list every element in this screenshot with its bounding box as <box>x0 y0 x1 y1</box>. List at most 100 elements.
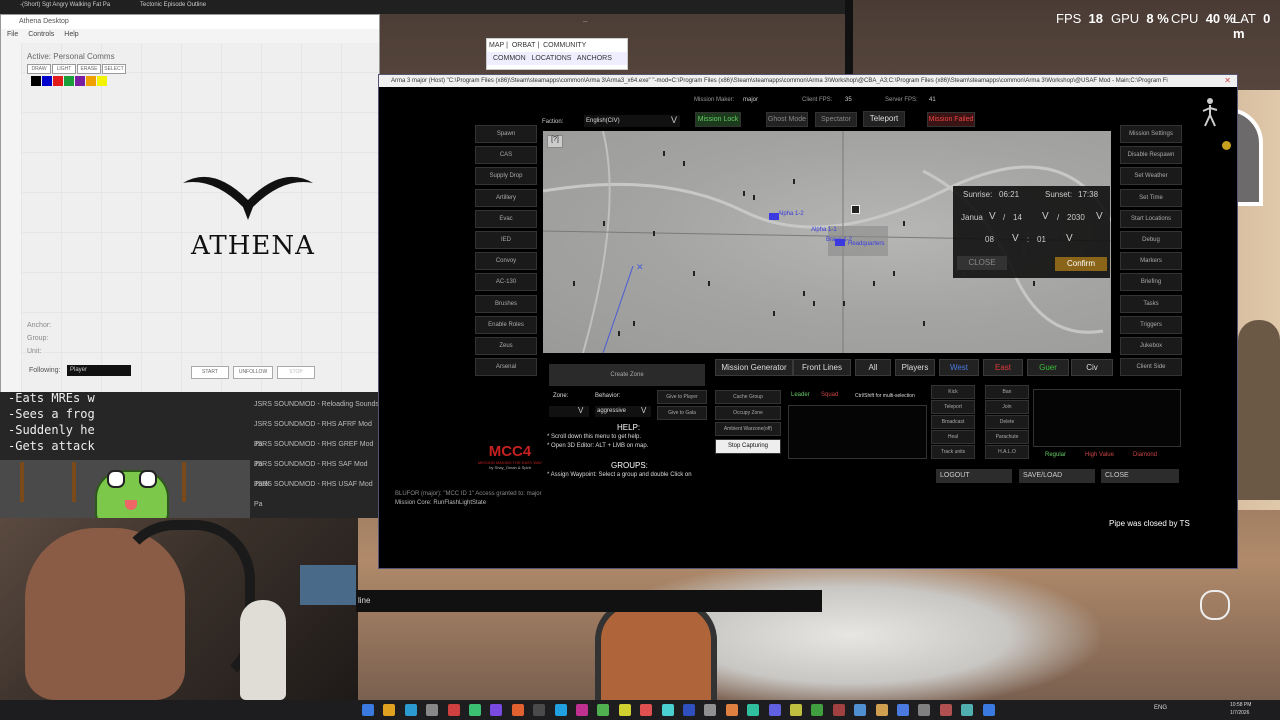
player-action-button[interactable]: H.A.L.O <box>985 445 1029 459</box>
light-button[interactable]: LIGHT <box>52 64 76 74</box>
unit-marker[interactable]: Alpha 1-2 <box>778 211 804 217</box>
arma-close-button[interactable]: CLOSE <box>1101 469 1179 483</box>
player-action-button[interactable]: Broadcast <box>931 415 975 429</box>
taskbar-app-icon[interactable] <box>725 704 738 716</box>
tab-map[interactable]: MAP <box>489 42 504 49</box>
taskbar-app-icon[interactable] <box>597 704 610 716</box>
taskbar-app-icon[interactable] <box>832 704 845 716</box>
hour-select[interactable]: 08 <box>985 235 994 244</box>
day-select[interactable]: 14 <box>1013 213 1022 222</box>
year-select[interactable]: 2030 <box>1067 213 1085 222</box>
browser-tab[interactable]: -(Short) Sgt Angry Walking Fat Pa <box>20 2 110 8</box>
filter-button[interactable]: Front Lines <box>793 359 851 376</box>
player-action-button[interactable]: Parachute <box>985 430 1029 444</box>
taskbar-app-icon[interactable] <box>961 704 974 716</box>
left-menu-item[interactable]: AC-130 <box>475 273 537 292</box>
behavior-dropdown-icon[interactable]: V <box>641 406 646 415</box>
right-menu-item[interactable]: Set Weather <box>1120 167 1182 186</box>
occupy-zone-button[interactable]: Occupy Zone <box>715 406 781 420</box>
taskbar-app-icon[interactable] <box>982 704 995 716</box>
year-dropdown-icon[interactable]: V <box>1096 211 1103 222</box>
taskbar-app-icon[interactable] <box>554 704 567 716</box>
taskbar-app-icon[interactable] <box>469 704 481 716</box>
right-menu-item[interactable]: Start Locations <box>1120 209 1182 228</box>
tray-date[interactable]: 1/7/2026 <box>1230 710 1249 716</box>
left-menu-item[interactable]: Zeus <box>475 337 537 355</box>
taskbar-app-icon[interactable] <box>875 704 888 716</box>
right-menu-item[interactable]: Debug <box>1120 231 1182 249</box>
taskbar-app-icon[interactable] <box>490 704 503 716</box>
mission-lock-button[interactable]: Mission Lock <box>695 112 741 127</box>
stop-capturing-button[interactable]: Stop Capturing <box>715 439 781 454</box>
right-menu-item[interactable]: Set Time <box>1120 188 1182 207</box>
taskbar-app-icon[interactable] <box>640 704 653 716</box>
taskbar-app-icon[interactable] <box>704 704 717 716</box>
filter-button[interactable]: Mission Generator <box>715 359 793 376</box>
unit-marker[interactable]: Headquarters <box>848 241 884 247</box>
mod-list-item[interactable]: JSRS SOUNDMOD - RHS AFRF Mod Pa <box>220 415 380 448</box>
filter-button[interactable]: All <box>855 359 891 376</box>
filter-button[interactable]: Players <box>895 359 935 376</box>
mod-list-item[interactable]: JSRS SOUNDMOD - RHS GREF Mod Pa <box>220 435 380 468</box>
mission-failed-button[interactable]: Mission Failed <box>927 112 975 127</box>
faction-select[interactable]: English(CIV) <box>584 115 680 127</box>
left-menu-item[interactable]: Artillery <box>475 188 537 207</box>
spectator-button[interactable]: Spectator <box>815 112 857 127</box>
unfollow-button[interactable]: UNFOLLOW <box>233 366 273 379</box>
color-swatch[interactable] <box>97 76 107 86</box>
right-menu-item[interactable]: Client Side <box>1120 358 1182 377</box>
start-button[interactable]: START <box>191 366 229 379</box>
menu-file[interactable]: File <box>7 31 18 38</box>
following-select[interactable]: Player <box>67 365 131 376</box>
player-action-button[interactable]: Kick <box>931 385 975 399</box>
month-select[interactable]: Janua <box>961 213 983 222</box>
taskbar-app-icon[interactable] <box>918 704 931 716</box>
left-menu-item[interactable]: Brushes <box>475 294 537 313</box>
month-dropdown-icon[interactable]: V <box>989 211 996 222</box>
tab-orbat[interactable]: ORBAT <box>512 42 536 49</box>
left-menu-item[interactable]: Enable Roles <box>475 315 537 334</box>
logout-button[interactable]: LOGOUT <box>936 469 1012 483</box>
tactical-map[interactable]: [?] ✕ Alpha 1-2 Alpha 1-1 Bravo 1-2 Head… <box>543 131 1111 353</box>
left-menu-item[interactable]: Convoy <box>475 252 537 271</box>
taskbar-app-icon[interactable] <box>511 704 524 716</box>
taskbar-app-icon[interactable] <box>618 704 631 716</box>
right-menu-item[interactable]: Briefing <box>1120 273 1182 292</box>
color-swatch[interactable] <box>64 76 74 86</box>
draw-button[interactable]: DRAW <box>27 64 51 74</box>
taskbar-app-icon[interactable] <box>447 704 460 716</box>
player-action-button[interactable]: Teleport <box>931 400 975 414</box>
tray-time[interactable]: 10:58 PM <box>1230 702 1251 708</box>
player-action-button[interactable]: Delete <box>985 415 1029 429</box>
color-swatch[interactable] <box>42 76 52 86</box>
subtab-locations[interactable]: LOCATIONS <box>532 55 572 62</box>
right-menu-item[interactable]: Mission Settings <box>1120 125 1182 143</box>
taskbar-app-icon[interactable] <box>426 704 439 716</box>
taskbar-app-icon[interactable] <box>768 704 781 716</box>
menu-controls[interactable]: Controls <box>28 31 54 38</box>
taskbar-app-icon[interactable] <box>854 704 867 716</box>
filter-button[interactable]: East <box>983 359 1023 376</box>
browser-tab[interactable]: Tectonic Episode Outline <box>140 2 206 8</box>
day-dropdown-icon[interactable]: V <box>1042 211 1049 222</box>
group-list[interactable] <box>788 405 927 459</box>
player-action-button[interactable]: Join <box>985 400 1029 414</box>
taskbar-app-icon[interactable] <box>383 704 396 716</box>
zone-dropdown-icon[interactable]: V <box>578 406 583 415</box>
give-to-gala-button[interactable]: Give to Gala <box>657 406 707 420</box>
minute-select[interactable]: 01 <box>1037 235 1046 244</box>
taskbar-app-icon[interactable] <box>939 704 952 716</box>
color-swatch[interactable] <box>86 76 96 86</box>
filter-button[interactable]: West <box>939 359 979 376</box>
select-button[interactable]: SELECT <box>102 64 126 74</box>
color-swatch[interactable] <box>53 76 63 86</box>
left-menu-item[interactable]: CAS <box>475 146 537 165</box>
tab-community[interactable]: COMMUNITY <box>543 42 586 49</box>
chevron-down-icon[interactable]: V <box>671 115 677 125</box>
left-menu-item[interactable]: Arsenal <box>475 358 537 377</box>
taskbar-app-icon[interactable] <box>533 704 546 716</box>
right-menu-item[interactable]: Jukebox <box>1120 337 1182 355</box>
filter-button[interactable]: Civ <box>1071 359 1113 376</box>
right-menu-item[interactable]: Disable Respawn <box>1120 146 1182 165</box>
subtab-common[interactable]: COMMON <box>493 55 526 62</box>
